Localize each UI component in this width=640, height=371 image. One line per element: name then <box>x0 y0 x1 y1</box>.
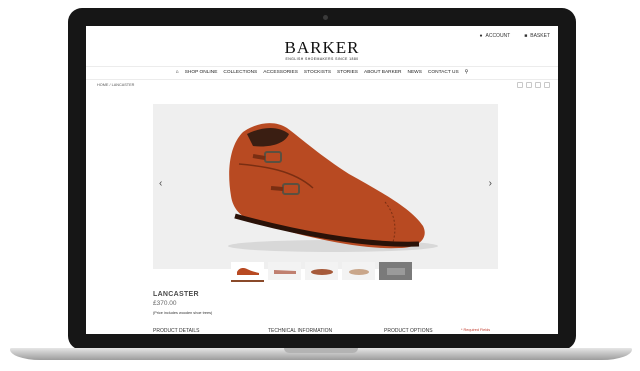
thumbnail[interactable] <box>231 262 264 282</box>
logo-tagline: ENGLISH SHOEMAKERS SINCE 1880 <box>285 57 359 61</box>
facebook-icon[interactable] <box>517 82 523 88</box>
logo[interactable]: BARKER ENGLISH SHOEMAKERS SINCE 1880 <box>86 39 558 61</box>
tab-product-details[interactable]: PRODUCT DETAILS <box>153 328 200 334</box>
thumbnail[interactable] <box>268 262 301 280</box>
nav-stories[interactable]: STORIES <box>337 70 358 75</box>
nav-collections[interactable]: COLLECTIONS <box>223 70 257 75</box>
nav-news[interactable]: NEWS <box>408 70 422 75</box>
search-icon[interactable]: ⚲ <box>465 70 469 75</box>
laptop-notch <box>284 348 358 353</box>
camera <box>323 15 328 20</box>
pinterest-icon[interactable] <box>544 82 550 88</box>
thumbnail[interactable] <box>342 262 375 280</box>
instagram-icon[interactable] <box>535 82 541 88</box>
breadcrumb: HOME / LANCASTER <box>97 83 134 87</box>
required-fields-note: * Required Fields <box>461 328 491 332</box>
tab-technical-information[interactable]: TECHNICAL INFORMATION <box>268 328 332 334</box>
thumbnail[interactable] <box>379 262 412 280</box>
nav-contact-us[interactable]: CONTACT US <box>428 70 459 75</box>
thumbnail[interactable] <box>305 262 338 280</box>
product-price: £370.00 <box>153 300 177 307</box>
product-image <box>228 123 438 252</box>
divider <box>86 66 558 67</box>
divider <box>86 79 558 80</box>
nav-shop-online[interactable]: SHOP ONLINE <box>185 70 218 75</box>
product-image-gallery: ‹ › <box>153 104 498 269</box>
browser-screen: ● ACCOUNT ■ BASKET BARKER ENGLISH SHOEMA… <box>86 26 558 334</box>
logo-text: BARKER <box>284 38 360 57</box>
breadcrumb-home[interactable]: HOME <box>97 83 108 87</box>
thumbnail-strip <box>231 262 412 282</box>
price-note: (Price includes wooden shoe trees) <box>153 311 213 315</box>
social-icons <box>517 82 550 88</box>
breadcrumb-current: LANCASTER <box>111 83 135 87</box>
main-nav: ⌂ SHOP ONLINE COLLECTIONS ACCESSORIES ST… <box>86 70 558 75</box>
nav-stockists[interactable]: STOCKISTS <box>304 70 331 75</box>
home-icon[interactable]: ⌂ <box>176 70 179 75</box>
product-name: LANCASTER <box>153 291 199 298</box>
nav-about-barker[interactable]: ABOUT BARKER <box>364 70 402 75</box>
tab-product-options[interactable]: PRODUCT OPTIONS <box>384 328 433 334</box>
twitter-icon[interactable] <box>526 82 532 88</box>
breadcrumb-separator: / <box>109 83 111 87</box>
nav-accessories[interactable]: ACCESSORIES <box>263 70 298 75</box>
